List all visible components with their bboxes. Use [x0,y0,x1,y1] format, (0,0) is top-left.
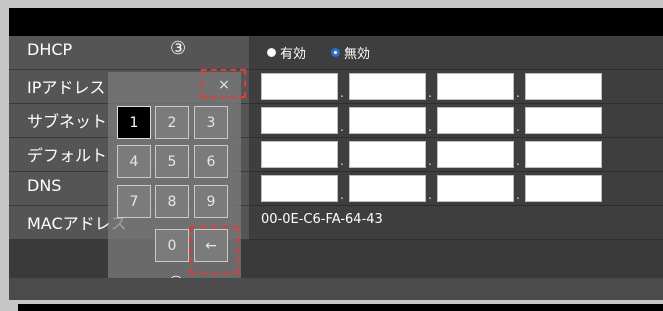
dhcp-disabled-label: 無効 [344,47,371,62]
dot-separator: . [428,188,432,202]
dhcp-enabled-radio[interactable]: 有効 [267,43,306,62]
dns-octet-2-input[interactable] [349,175,426,202]
keypad-key-3[interactable]: 3 [194,106,228,139]
window-frame-top [0,0,663,8]
dot-separator: . [340,86,344,100]
annotation-marker-3: ③ [170,38,187,59]
ip-octet-2-input[interactable] [349,73,426,100]
keypad-key-7[interactable]: 7 [117,185,151,218]
gateway-octet-3-input[interactable] [437,141,514,168]
header-bar [9,8,663,36]
keypad-key-2[interactable]: 2 [155,106,189,139]
dns-label: DNS [27,176,62,195]
dot-separator: . [516,188,520,202]
keypad-key-0[interactable]: 0 [155,229,189,262]
subnet-octet-4-input[interactable] [525,107,602,134]
dot-separator: . [516,86,520,100]
dns-octet-3-input[interactable] [437,175,514,202]
subnet-octet-2-input[interactable] [349,107,426,134]
dot-separator: . [340,188,344,202]
subnet-octet-1-input[interactable] [261,107,338,134]
ip-octet-3-input[interactable] [437,73,514,100]
dot-separator: . [428,154,432,168]
backspace-button-highlight [190,226,239,274]
dot-separator: . [428,120,432,134]
dns-octet-1-input[interactable] [261,175,338,202]
window-frame-left [0,0,9,311]
keypad-key-6[interactable]: 6 [194,145,228,178]
close-button-highlight [201,69,246,98]
ip-octet-1-input[interactable] [261,73,338,100]
keypad-key-8[interactable]: 8 [155,185,189,218]
radio-unchecked-icon [267,48,276,57]
panel-footer [9,278,663,300]
keypad-key-1[interactable]: 1 [117,106,151,139]
dhcp-enabled-label: 有効 [280,47,307,62]
keypad-key-4[interactable]: 4 [117,145,151,178]
keypad-key-9[interactable]: 9 [194,185,228,218]
gateway-octet-4-input[interactable] [525,141,602,168]
dns-octet-4-input[interactable] [525,175,602,202]
dot-separator: . [340,154,344,168]
dot-separator: . [428,86,432,100]
row-value-dhcp [250,36,663,70]
dhcp-label: DHCP [27,40,73,59]
gateway-label: デフォルト [27,146,108,165]
dot-separator: . [340,120,344,134]
gateway-octet-1-input[interactable] [261,141,338,168]
row-label-dhcp: DHCP [9,36,249,70]
dot-separator: . [516,120,520,134]
mac-address-value: 00-0E-C6-FA-64-43 [261,212,383,227]
footer-bar [18,304,663,311]
subnet-label: サブネット [27,112,108,131]
radio-checked-icon [331,48,340,57]
ip-octet-4-input[interactable] [525,73,602,100]
ip-address-label: IPアドレス [27,78,106,97]
dot-separator: . [516,154,520,168]
dhcp-disabled-radio[interactable]: 無効 [331,43,370,62]
gateway-octet-2-input[interactable] [349,141,426,168]
subnet-octet-3-input[interactable] [437,107,514,134]
keypad-key-5[interactable]: 5 [155,145,189,178]
